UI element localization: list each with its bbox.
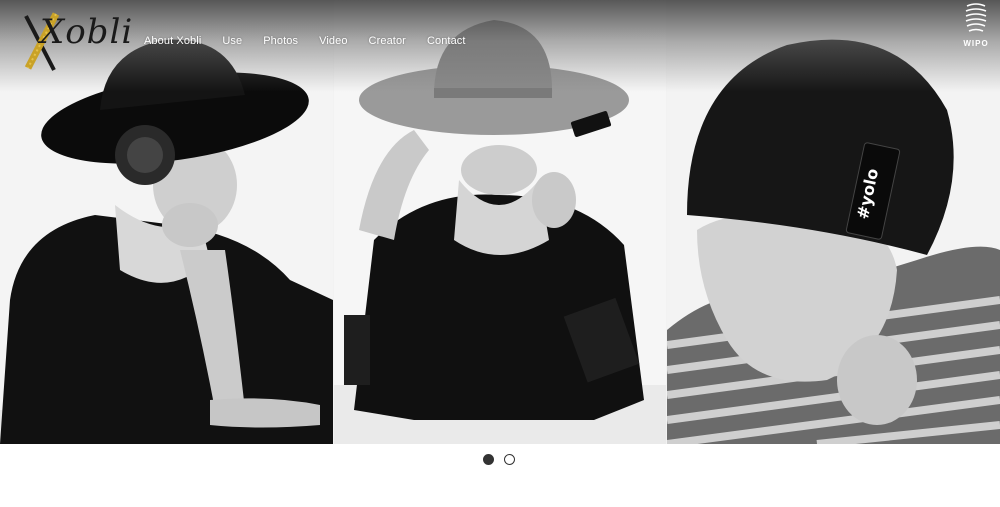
xobli-logo[interactable]: Xobli [16, 8, 132, 74]
nav-photos[interactable]: Photos [263, 35, 298, 47]
logo-text: Xobli [40, 12, 134, 52]
nav-use[interactable]: Use [222, 35, 242, 47]
slide-dot-1[interactable] [483, 454, 494, 465]
nav-video[interactable]: Video [319, 35, 347, 47]
nav-about-xobli[interactable]: About Xobli [144, 35, 201, 47]
hero-slider[interactable]: #yolo Xobli About Xobli Use Photos Video… [0, 0, 1000, 444]
main-nav: About Xobli Use Photos Video Creator Con… [144, 35, 487, 47]
slider-pagination [483, 454, 525, 465]
nav-creator[interactable]: Creator [369, 35, 406, 47]
slide-dot-2[interactable] [504, 454, 515, 465]
wipo-label: WIPO [963, 39, 989, 48]
nav-contact[interactable]: Contact [427, 35, 466, 47]
wipo-badge[interactable]: WIPO [959, 2, 993, 48]
wipo-emblem-icon [965, 3, 987, 32]
